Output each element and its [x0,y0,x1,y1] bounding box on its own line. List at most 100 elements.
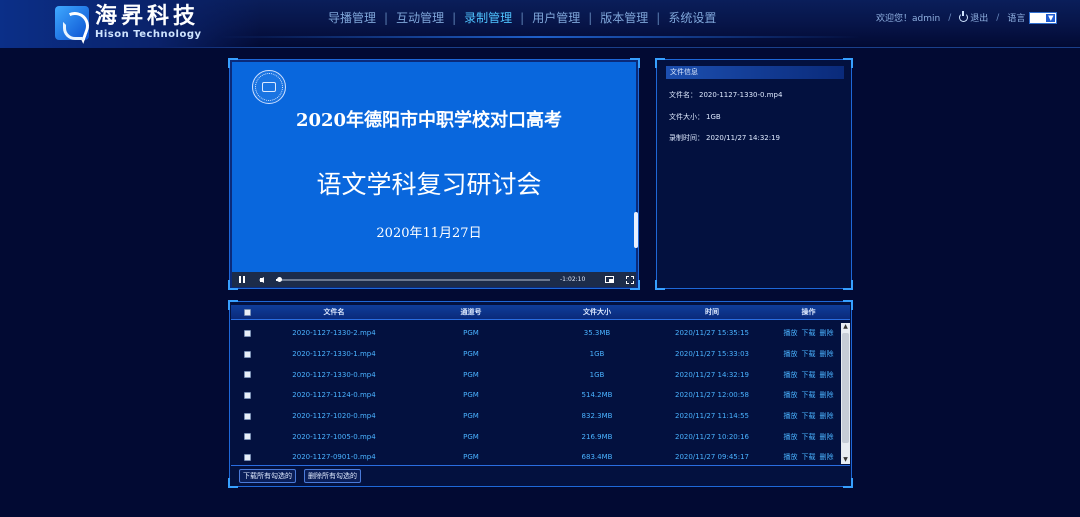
table-row[interactable]: 2020-1127-1330-0.mp4 PGM 1GB 2020/11/27 14:… [231,364,850,385]
user-bar: 欢迎您！admin / 退出 / 语言 ▼ [876,11,1058,24]
nav-item-director[interactable]: 导播管理 [326,9,378,26]
table-row[interactable]: 2020-1127-1020-0.mp4 PGM 832.3MB 2020/11/27… [231,406,850,427]
row-file-name: 2020-1127-1020-0.mp4 [292,412,376,421]
row-checkbox[interactable] [243,371,251,379]
player-controls: -1:02:10 [232,272,636,287]
row-checkbox[interactable] [243,350,251,358]
scroll-down-icon[interactable]: ▼ [841,456,850,464]
nav-separator: | [520,10,525,25]
row-channel: PGM [463,370,479,379]
scroll-thumb[interactable] [842,333,849,443]
row-channel: PGM [463,350,479,359]
row-file-size: 216.9MB [581,432,613,441]
header-actions: 操作 [801,308,816,316]
delete-link[interactable]: 删除 [820,391,834,399]
row-time: 2020/11/27 09:45:17 [674,453,749,462]
nav-item-interaction[interactable]: 互动管理 [394,9,446,26]
table-header: 文件名 通道号 文件大小 时间 操作 [231,305,850,320]
file-info-title: 文件信息 [666,66,844,79]
delete-link[interactable]: 删除 [820,371,834,379]
download-link[interactable]: 下载 [802,350,816,358]
scroll-up-icon[interactable]: ▲ [841,323,850,331]
row-time: 2020/11/27 11:14:55 [674,412,749,421]
table-scrollbar[interactable]: ▲ ▼ [841,323,850,464]
seek-bar-knob[interactable] [276,276,282,282]
download-link[interactable]: 下载 [802,371,816,379]
frame-corner [843,58,853,68]
row-file-name: 2020-1127-0901-0.mp4 [292,453,376,462]
file-info-name: 文件名： 2020-1127-1330-0.mp4 [669,90,782,100]
row-channel: PGM [463,432,479,441]
table-row[interactable]: 2020-1127-1330-1.mp4 PGM 1GB 2020/11/27 15:… [231,344,850,365]
volume-icon[interactable] [259,276,264,283]
play-link[interactable]: 播放 [784,329,798,337]
play-link[interactable]: 播放 [784,412,798,420]
pause-icon[interactable] [239,276,245,283]
logo-icon [55,6,89,40]
table-row[interactable]: 2020-1127-0901-0.mp4 PGM 683.4MB 2020/11/27… [231,447,850,464]
nav-item-recording[interactable]: 录制管理 [462,9,514,26]
picture-in-picture-icon[interactable] [605,276,615,283]
select-all-checkbox[interactable] [243,308,251,316]
frame-corner [655,58,665,68]
seek-bar[interactable] [276,276,550,282]
play-link[interactable]: 播放 [784,350,798,358]
nav-item-users[interactable]: 用户管理 [530,9,582,26]
play-link[interactable]: 播放 [784,453,798,461]
nav-separator: | [452,10,457,25]
download-link[interactable]: 下载 [802,453,816,461]
download-selected-button[interactable]: 下载所有勾选的 [239,468,296,483]
download-link[interactable]: 下载 [802,329,816,337]
row-checkbox[interactable] [243,433,251,441]
row-time: 2020/11/27 12:00:58 [674,391,749,400]
delete-link[interactable]: 删除 [820,350,834,358]
nav-separator: | [384,10,389,25]
row-file-size: 832.3MB [581,412,613,421]
row-file-size: 683.4MB [581,453,613,462]
record-time-label: 录制时间： [669,134,704,142]
delete-selected-button[interactable]: 删除所有勾选的 [304,468,361,483]
delete-link[interactable]: 删除 [820,329,834,337]
nav-item-settings[interactable]: 系统设置 [666,9,718,26]
table-body: 2020-1127-1330-2.mp4 PGM 35.3MB 2020/11/27 … [231,323,850,464]
frame-corner [843,280,853,290]
delete-link[interactable]: 删除 [820,412,834,420]
header-file-name: 文件名 [323,308,345,316]
play-link[interactable]: 播放 [784,371,798,379]
delete-link[interactable]: 删除 [820,453,834,461]
download-link[interactable]: 下载 [802,391,816,399]
video-frame[interactable]: 2020年德阳市中职学校对口高考 语文学科复习研讨会 2020年11月27日 [232,62,638,272]
table-row[interactable]: 2020-1127-1124-0.mp4 PGM 514.2MB 2020/11/27… [231,385,850,406]
row-file-size: 514.2MB [581,391,613,400]
delete-link[interactable]: 删除 [820,433,834,441]
frame-corner [655,280,665,290]
side-drag-handle[interactable] [634,212,638,248]
play-link[interactable]: 播放 [784,433,798,441]
nav-separator: | [588,10,593,25]
row-channel: PGM [463,412,479,421]
chevron-down-icon: ▼ [1046,13,1056,22]
file-name-value: 2020-1127-1330-0.mp4 [699,91,783,99]
row-checkbox[interactable] [243,329,251,337]
power-icon [959,11,969,22]
play-link[interactable]: 播放 [784,391,798,399]
nav-item-versions[interactable]: 版本管理 [598,9,650,26]
slide-title: 2020年德阳市中职学校对口高考 [295,110,563,131]
fullscreen-icon[interactable] [626,275,635,284]
row-file-name: 2020-1127-1330-0.mp4 [292,370,376,379]
row-time: 2020/11/27 14:32:19 [674,370,749,379]
header-channel: 通道号 [460,308,482,316]
table-row[interactable]: 2020-1127-1005-0.mp4 PGM 216.9MB 2020/11/27… [231,426,850,447]
table-footer: 下载所有勾选的 删除所有勾选的 [231,465,850,485]
row-checkbox[interactable] [243,412,251,420]
download-link[interactable]: 下载 [802,412,816,420]
language-select[interactable]: ▼ [1029,11,1058,24]
download-link[interactable]: 下载 [802,433,816,441]
row-checkbox[interactable] [243,391,251,399]
table-row[interactable]: 2020-1127-1330-2.mp4 PGM 35.3MB 2020/11/27 … [231,323,850,344]
row-checkbox[interactable] [243,453,251,461]
video-player: 2020年德阳市中职学校对口高考 语文学科复习研讨会 2020年11月27日 -… [228,58,640,290]
logout-link[interactable]: 退出 [959,11,988,24]
row-time: 2020/11/27 15:33:03 [674,350,749,359]
school-seal-icon [252,70,286,104]
